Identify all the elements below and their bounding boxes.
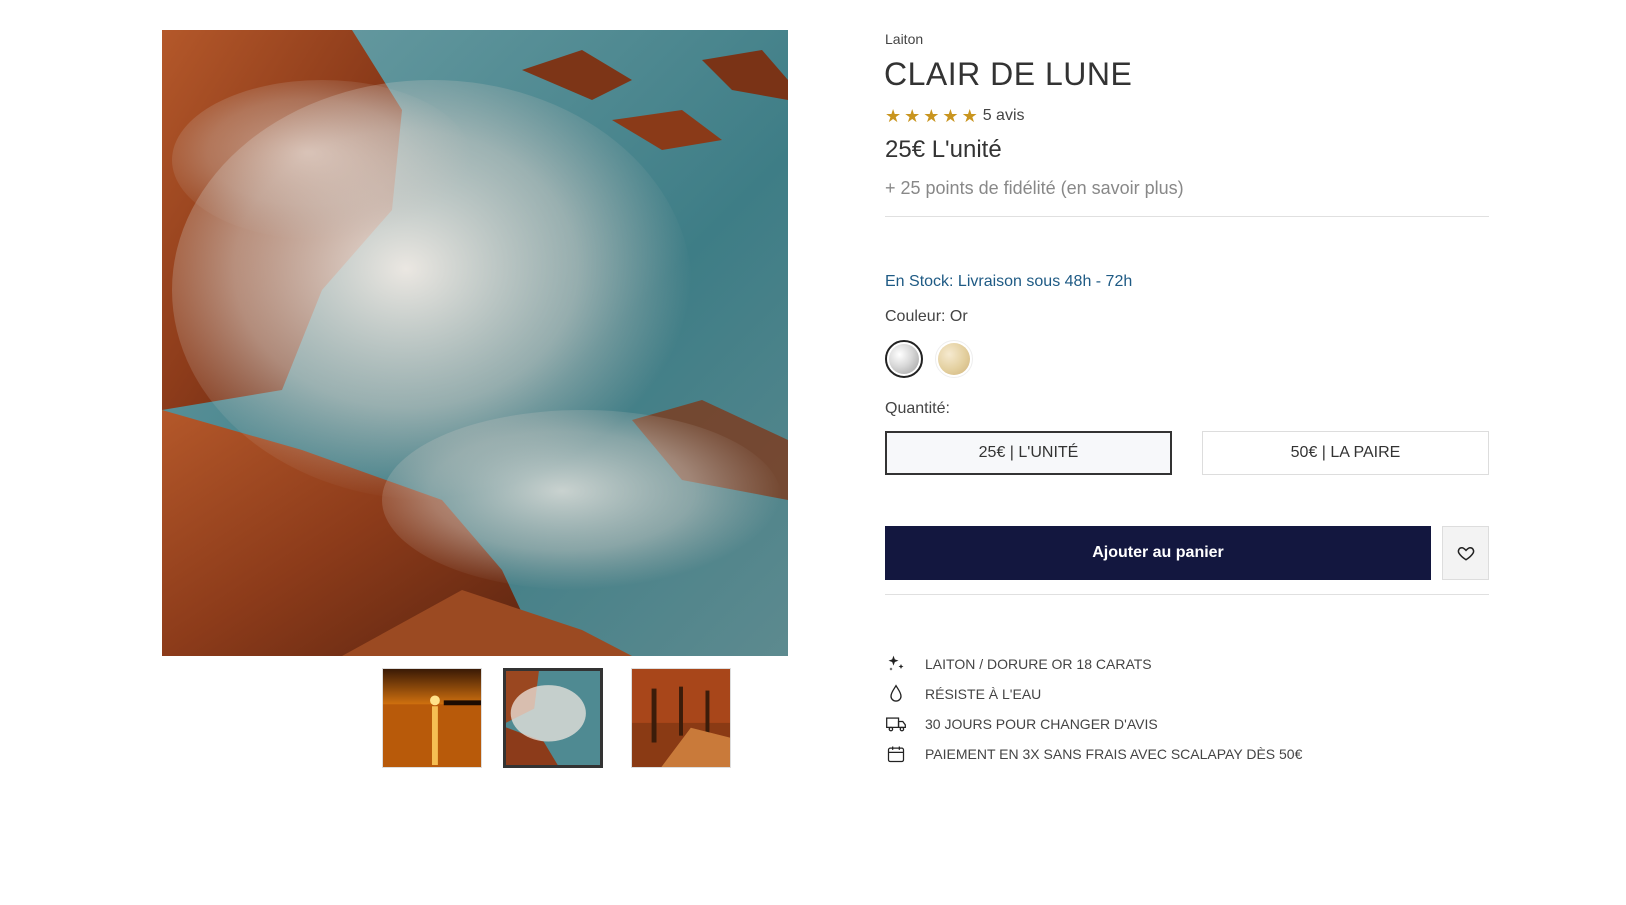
divider — [885, 216, 1489, 217]
star-icon: ★ — [904, 106, 921, 126]
silver-swatch-fill — [889, 344, 919, 374]
quantity-label: Quantité: — [885, 400, 950, 417]
droplet-icon — [885, 683, 907, 705]
color-swatch-silver[interactable] — [885, 340, 923, 378]
thumbnail-sunset[interactable] — [382, 668, 482, 768]
loyalty-points-link[interactable]: + 25 points de fidélité (en savoir plus) — [885, 178, 1184, 199]
feature-item: RÉSISTE À L'EAU — [885, 683, 1041, 705]
thumbnail-misty-coast[interactable] — [503, 668, 603, 768]
stock-status: En Stock: Livraison sous 48h - 72h — [885, 273, 1133, 290]
delivery-truck-icon — [885, 713, 907, 735]
feature-item: PAIEMENT EN 3X SANS FRAIS AVEC SCALAPAY … — [885, 743, 1302, 765]
misty-coast-photo — [162, 30, 788, 656]
calendar-icon — [885, 743, 907, 765]
product-title: CLAIR DE LUNE — [884, 56, 1133, 92]
misty-coast-thumbnail-photo — [506, 671, 600, 765]
reviews-count-link[interactable]: 5 avis — [983, 107, 1025, 125]
star-icon: ★ — [961, 106, 978, 126]
quantity-option-pair[interactable]: 50€ | LA PAIRE — [1202, 431, 1489, 475]
feature-text: PAIEMENT EN 3X SANS FRAIS AVEC SCALAPAY … — [925, 746, 1303, 762]
wishlist-button[interactable] — [1442, 526, 1489, 580]
star-icon: ★ — [942, 106, 959, 126]
autumn-trees-photo — [632, 669, 730, 767]
quantity-option-unit[interactable]: 25€ | L'UNITÉ — [885, 431, 1172, 475]
add-to-cart-button[interactable]: Ajouter au panier — [885, 526, 1431, 580]
feature-text: 30 JOURS POUR CHANGER D'AVIS — [925, 716, 1158, 732]
sunset-photo — [383, 669, 481, 767]
star-icon: ★ — [885, 106, 902, 126]
rating[interactable]: ★ ★ ★ ★ ★ 5 avis — [885, 107, 1025, 125]
product-brand: Laiton — [885, 31, 924, 47]
gold-swatch-fill — [938, 343, 970, 375]
heart-icon — [1457, 546, 1474, 561]
color-swatch-gold[interactable] — [935, 340, 973, 378]
feature-text: RÉSISTE À L'EAU — [925, 686, 1042, 702]
divider — [885, 594, 1489, 595]
sparkles-icon — [885, 653, 907, 675]
star-icon: ★ — [923, 106, 940, 126]
feature-item: LAITON / DORURE OR 18 CARATS — [885, 653, 1152, 675]
thumbnail-autumn-trees[interactable] — [631, 668, 731, 768]
product-price: 25€ L'unité — [885, 136, 1002, 163]
feature-item: 30 JOURS POUR CHANGER D'AVIS — [885, 713, 1158, 735]
main-product-image[interactable] — [162, 30, 788, 656]
feature-text: LAITON / DORURE OR 18 CARATS — [925, 656, 1152, 672]
color-label: Couleur: Or — [885, 308, 968, 325]
